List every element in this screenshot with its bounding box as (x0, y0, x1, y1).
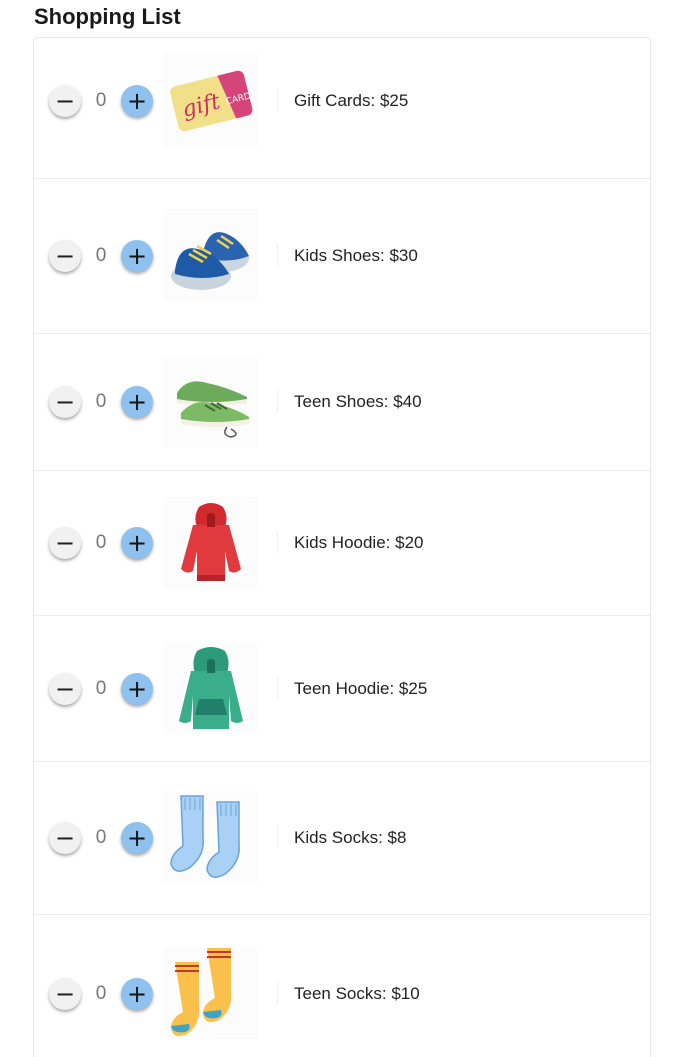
quantity-value: 0 (95, 678, 107, 699)
increment-button[interactable]: + (121, 527, 153, 559)
item-divider (277, 826, 278, 848)
quantity-stepper: − 0 + (49, 673, 153, 705)
list-item: − 0 + Kids Socks: $8 (34, 762, 650, 915)
item-divider (277, 531, 278, 553)
decrement-button[interactable]: − (49, 386, 81, 418)
quantity-value: 0 (95, 983, 107, 1004)
list-item: − 0 + Teen Shoes: $40 (34, 334, 650, 471)
quantity-value: 0 (95, 391, 107, 412)
kids-hoodie-icon (163, 497, 258, 589)
list-item: − 0 + Kids Hoodie: $20 (34, 471, 650, 616)
increment-button[interactable]: + (121, 386, 153, 418)
list-item: − 0 + gift CARD Gift Cards: $25 (34, 38, 650, 179)
teen-socks-icon (163, 947, 258, 1039)
kids-socks-icon (163, 791, 258, 883)
quantity-stepper: − 0 + (49, 822, 153, 854)
quantity-value: 0 (95, 532, 107, 553)
list-item: − 0 + Teen Hoodie: $25 (34, 616, 650, 762)
item-divider (277, 390, 278, 412)
item-label: Teen Socks: $10 (294, 984, 420, 1003)
shopping-list: − 0 + gift CARD Gift Cards: $25 − 0 + Ki… (33, 37, 651, 1057)
decrement-button[interactable]: − (49, 527, 81, 559)
item-label: Gift Cards: $25 (294, 91, 409, 110)
decrement-button[interactable]: − (49, 85, 81, 117)
item-divider (277, 677, 278, 699)
item-divider (277, 89, 278, 111)
decrement-button[interactable]: − (49, 978, 81, 1010)
item-label: Teen Hoodie: $25 (294, 679, 428, 698)
increment-button[interactable]: + (121, 240, 153, 272)
quantity-stepper: − 0 + (49, 978, 153, 1010)
decrement-button[interactable]: − (49, 240, 81, 272)
item-divider (277, 244, 278, 266)
quantity-value: 0 (95, 90, 107, 111)
increment-button[interactable]: + (121, 978, 153, 1010)
quantity-stepper: − 0 + (49, 85, 153, 117)
item-label: Kids Hoodie: $20 (294, 533, 424, 552)
list-item: − 0 + Kids Shoes: $30 (34, 179, 650, 334)
page-title: Shopping List (34, 4, 181, 29)
gift-card-icon: gift CARD (163, 54, 258, 146)
quantity-stepper: − 0 + (49, 240, 153, 272)
quantity-stepper: − 0 + (49, 527, 153, 559)
quantity-value: 0 (95, 827, 107, 848)
decrement-button[interactable]: − (49, 673, 81, 705)
increment-button[interactable]: + (121, 85, 153, 117)
kids-shoes-icon (163, 209, 258, 301)
item-label: Kids Shoes: $30 (294, 246, 418, 265)
teen-shoes-icon (163, 356, 258, 448)
increment-button[interactable]: + (121, 822, 153, 854)
item-label: Kids Socks: $8 (294, 828, 407, 847)
quantity-value: 0 (95, 245, 107, 266)
list-item: − 0 + Teen Socks: $10 (34, 915, 650, 1057)
item-divider (277, 982, 278, 1004)
quantity-stepper: − 0 + (49, 386, 153, 418)
increment-button[interactable]: + (121, 673, 153, 705)
item-label: Teen Shoes: $40 (294, 392, 422, 411)
decrement-button[interactable]: − (49, 822, 81, 854)
teen-hoodie-icon (163, 642, 258, 734)
